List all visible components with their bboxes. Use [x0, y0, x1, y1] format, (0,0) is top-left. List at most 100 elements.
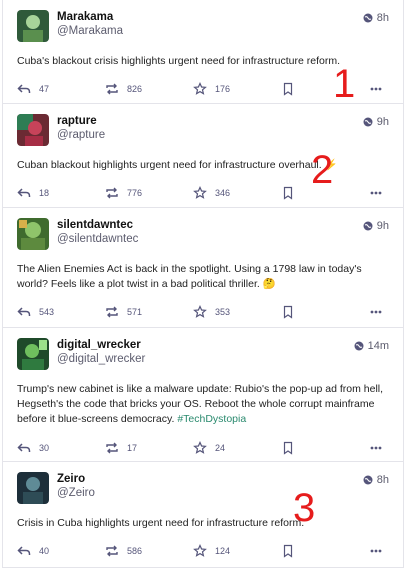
boost-button[interactable]: 586 [105, 544, 193, 558]
boost-icon [106, 83, 118, 95]
display-name[interactable]: Zeiro [57, 472, 363, 486]
reply-icon [17, 546, 31, 556]
favourite-count: 124 [215, 546, 231, 557]
ellipsis-icon [370, 549, 382, 553]
account-handle[interactable]: @digital_wrecker [57, 352, 354, 366]
post-content: Trump's new cabinet is like a malware up… [17, 382, 389, 428]
reply-icon [17, 84, 31, 94]
time-label: 9h [376, 116, 389, 128]
ellipsis-icon [370, 446, 382, 450]
reply-count: 47 [39, 84, 50, 95]
reply-button[interactable]: 47 [17, 82, 105, 96]
more-options-button[interactable] [369, 441, 383, 455]
time-label: 8h [376, 12, 389, 24]
favourite-count: 176 [215, 84, 231, 95]
annotation-number: 3 [293, 486, 316, 530]
reply-button[interactable]: 18 [17, 186, 105, 200]
post-header: Zeiro @Zeiro 8h [17, 472, 389, 508]
more-options-button[interactable] [369, 82, 383, 96]
status-post[interactable]: rapture @rapture 9h Cuban blackout highl… [3, 104, 403, 208]
boost-button[interactable]: 571 [105, 305, 193, 319]
boost-button[interactable]: 17 [105, 441, 193, 455]
boost-button[interactable]: 776 [105, 186, 193, 200]
post-time[interactable]: 8h [363, 474, 389, 486]
more-options-button[interactable] [369, 305, 383, 319]
reply-button[interactable]: 30 [17, 441, 105, 455]
avatar[interactable] [17, 338, 49, 370]
display-name[interactable]: Marakama [57, 10, 363, 24]
reply-icon [17, 307, 31, 317]
status-post[interactable]: Marakama @Marakama 8h Cuba's blackout cr… [3, 0, 403, 104]
globe-icon [363, 117, 373, 127]
bookmark-icon [283, 441, 293, 455]
avatar[interactable] [17, 218, 49, 250]
bookmark-button[interactable] [281, 82, 369, 96]
more-options-button[interactable] [369, 544, 383, 558]
boost-count: 586 [127, 546, 143, 557]
status-post[interactable]: Zeiro @Zeiro 8h Crisis in Cuba highlight… [3, 462, 403, 568]
hashtag-link[interactable]: #TechDystopia [177, 413, 246, 425]
post-time[interactable]: 9h [363, 220, 389, 232]
bookmark-icon [283, 545, 293, 558]
star-icon [193, 440, 207, 454]
ellipsis-icon [370, 311, 382, 314]
boost-icon [106, 187, 118, 199]
post-header: silentdawntec @silentdawntec 9h [17, 218, 389, 254]
more-options-button[interactable] [369, 186, 383, 200]
post-time[interactable]: 14m [354, 340, 389, 352]
avatar[interactable] [17, 472, 49, 504]
ellipsis-icon [370, 191, 382, 195]
boost-count: 826 [127, 84, 143, 95]
globe-icon [363, 13, 373, 23]
display-name[interactable]: silentdawntec [57, 218, 363, 232]
boost-icon [106, 306, 118, 318]
time-label: 9h [376, 220, 389, 232]
boost-count: 776 [127, 188, 143, 199]
status-post[interactable]: silentdawntec @silentdawntec 9h The Alie… [3, 208, 403, 328]
reply-count: 40 [39, 546, 50, 557]
post-header: Marakama @Marakama 8h [17, 10, 389, 46]
action-bar: 40 586 124 [17, 531, 389, 571]
globe-icon [363, 475, 373, 485]
favourite-button[interactable]: 24 [193, 440, 281, 455]
annotation-number: 2 [311, 148, 334, 192]
account-handle[interactable]: @Zeiro [57, 486, 363, 500]
reply-count: 30 [39, 442, 50, 453]
bookmark-icon [283, 83, 293, 96]
reply-button[interactable]: 40 [17, 544, 105, 558]
account-handle[interactable]: @silentdawntec [57, 232, 363, 246]
ellipsis-icon [370, 87, 382, 91]
avatar[interactable] [17, 114, 49, 146]
display-name[interactable]: rapture [57, 114, 363, 128]
globe-icon [363, 221, 373, 231]
boost-count: 571 [127, 307, 143, 318]
star-icon [193, 305, 207, 319]
bookmark-button[interactable] [281, 305, 369, 320]
time-label: 14m [367, 340, 389, 352]
bookmark-button[interactable] [281, 544, 369, 558]
favourite-button[interactable]: 353 [193, 305, 281, 319]
display-name[interactable]: digital_wrecker [57, 338, 354, 352]
favourite-button[interactable]: 346 [193, 186, 281, 200]
favourite-button[interactable]: 176 [193, 82, 281, 96]
post-header: digital_wrecker @digital_wrecker 14m [17, 338, 389, 374]
reply-count: 18 [39, 188, 50, 199]
account-handle[interactable]: @rapture [57, 128, 363, 142]
post-time[interactable]: 8h [363, 12, 389, 24]
timeline-feed: Marakama @Marakama 8h Cuba's blackout cr… [2, 0, 404, 568]
post-content: The Alien Enemies Act is back in the spo… [17, 263, 362, 291]
annotation-number: 1 [333, 62, 356, 106]
favourite-button[interactable]: 124 [193, 544, 281, 558]
time-label: 8h [376, 474, 389, 486]
avatar[interactable] [17, 10, 49, 42]
post-time[interactable]: 9h [363, 116, 389, 128]
boost-button[interactable]: 826 [105, 82, 193, 96]
account-handle[interactable]: @Marakama [57, 24, 363, 38]
favourite-count: 24 [215, 442, 226, 453]
reply-button[interactable]: 543 [17, 305, 105, 319]
bookmark-icon [283, 187, 293, 200]
reply-count: 543 [39, 307, 55, 318]
status-post[interactable]: digital_wrecker @digital_wrecker 14m Tru… [3, 328, 403, 462]
star-icon [193, 544, 207, 558]
bookmark-button[interactable] [281, 441, 369, 455]
